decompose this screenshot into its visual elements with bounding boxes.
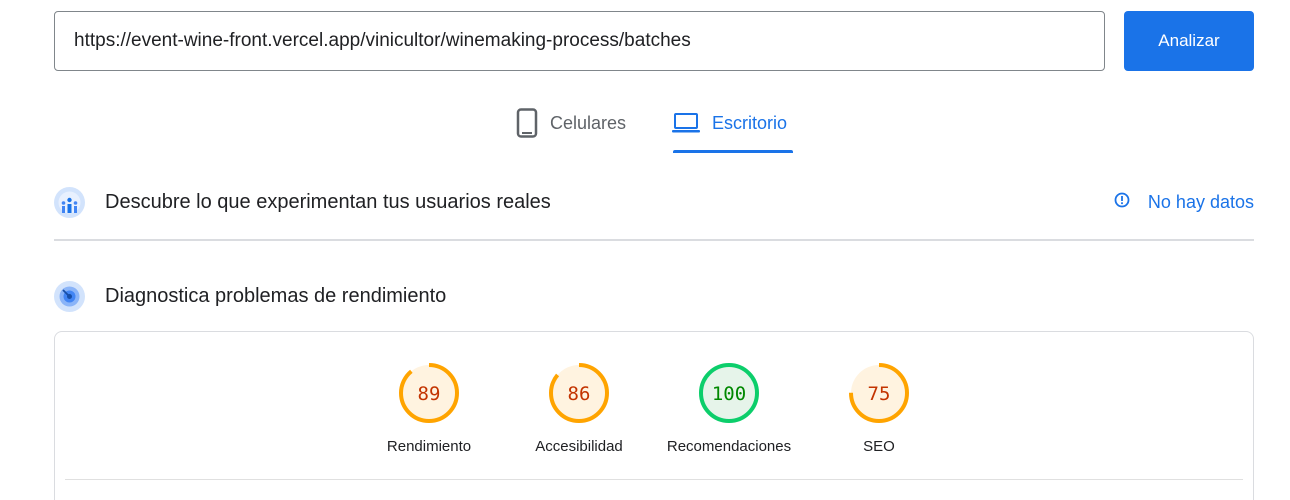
info-icon	[1114, 192, 1130, 213]
scores-card: 89 Rendimiento 86 Accesibilidad 100 Recomenda…	[54, 331, 1254, 500]
score-ring: 75	[849, 363, 909, 423]
tab-desktop-label: Escritorio	[712, 113, 788, 133]
score-label: SEO	[863, 438, 895, 455]
score-value: 89	[418, 383, 441, 405]
no-data-link[interactable]: No hay datos	[1114, 186, 1254, 218]
users-chart-icon	[54, 186, 85, 218]
score-value: 86	[568, 383, 591, 405]
score-label: Accesibilidad	[535, 438, 623, 455]
score-ring: 86	[549, 363, 609, 423]
diagnostic-icon	[54, 280, 85, 312]
score-gauge[interactable]: 75 SEO	[799, 362, 959, 455]
url-input[interactable]: https://event-wine-front.vercel.app/vini…	[54, 11, 1105, 71]
score-value: 75	[868, 383, 891, 405]
no-data-label: No hay datos	[1147, 191, 1254, 212]
field-data-section: Descubre lo que experimentan tus usuario…	[54, 186, 1254, 218]
tab-mobile-label: Celulares	[550, 113, 627, 133]
tab-mobile[interactable]: Celulares	[516, 104, 626, 154]
section-divider	[54, 239, 1254, 241]
score-label: Rendimiento	[386, 438, 472, 455]
score-value: 100	[712, 383, 746, 405]
tab-selected-indicator	[673, 150, 793, 153]
tab-desktop[interactable]: Escritorio	[672, 104, 787, 154]
diagnostics-title: Diagnostica problemas de rendimiento	[105, 284, 447, 307]
score-ring: 100	[699, 363, 759, 423]
field-data-title: Descubre lo que experimentan tus usuario…	[105, 190, 551, 213]
score-gauge[interactable]: 86 Accesibilidad	[499, 362, 659, 455]
analyze-button[interactable]: Analizar	[1124, 11, 1254, 71]
score-label: Recomendaciones	[666, 438, 792, 455]
diagnostics-section: Diagnostica problemas de rendimiento	[54, 280, 1254, 312]
score-ring: 89	[399, 363, 459, 423]
card-divider	[65, 479, 1243, 480]
url-input-value: https://event-wine-front.vercel.app/vini…	[74, 30, 691, 51]
laptop-icon	[672, 104, 700, 142]
score-gauge[interactable]: 89 Rendimiento	[349, 362, 509, 455]
smartphone-icon	[516, 104, 538, 142]
score-gauge[interactable]: 100 Recomendaciones	[649, 362, 809, 455]
